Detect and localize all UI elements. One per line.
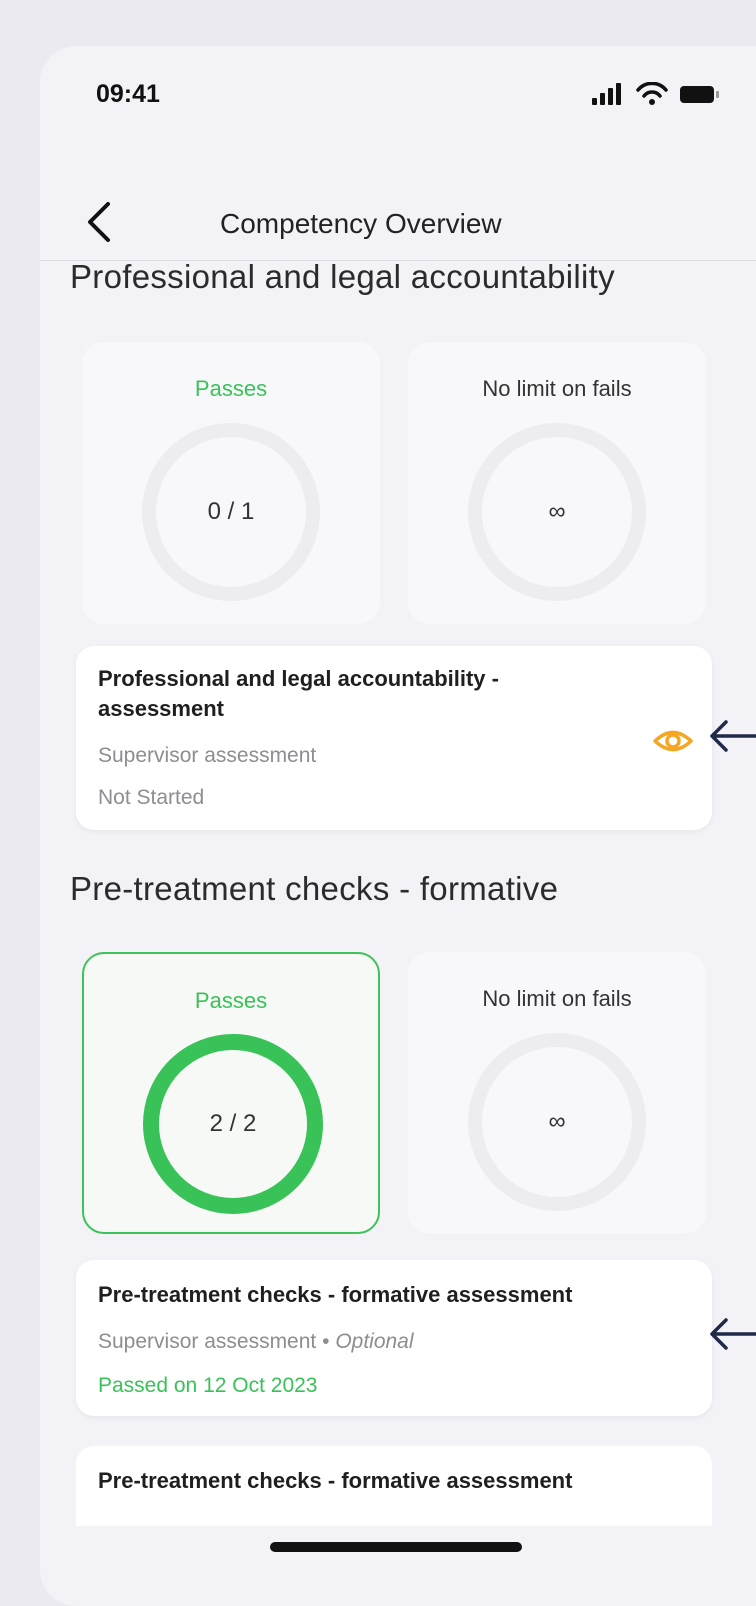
section-title-pretreatment: Pre-treatment checks - formative (70, 870, 559, 907)
fails-card: No limit on fails ∞ (408, 952, 706, 1234)
assessment-status: Passed on 12 Oct 2023 (98, 1374, 318, 1397)
battery-icon (680, 86, 719, 103)
eye-icon[interactable] (652, 720, 694, 762)
fails-label: No limit on fails (482, 986, 632, 1011)
wifi-icon (636, 82, 668, 105)
annotation-arrow-icon (710, 720, 756, 752)
assessment-card[interactable]: Pre-treatment checks - formative assessm… (76, 1260, 712, 1416)
fails-infinity: ∞ (548, 1108, 566, 1135)
passes-label: Passes (194, 988, 268, 1013)
assessment-type-label: Supervisor assessment (98, 1330, 317, 1353)
fails-infinity: ∞ (548, 498, 566, 525)
fails-card: No limit on fails ∞ (408, 342, 706, 624)
assessment-card[interactable]: Pre-treatment checks - formative assessm… (76, 1446, 712, 1526)
section-title-professional: Professional and legal accountability (70, 258, 615, 295)
passes-count: 2 / 2 (209, 1110, 257, 1137)
system-status-icons (592, 82, 719, 105)
assessment-card[interactable]: Professional and legal accountability - … (76, 646, 712, 830)
fails-label: No limit on fails (482, 376, 632, 401)
phone-screen: 09:41 Competency Overview Professional a… (40, 46, 756, 1606)
passes-card: Passes 2 / 2 (82, 952, 380, 1234)
assessment-title: Pre-treatment checks - formative assessm… (98, 1282, 573, 1307)
assessment-status: Not Started (98, 786, 205, 809)
passes-count: 0 / 1 (207, 498, 255, 525)
assessment-type: Supervisor assessment • Optional (98, 1330, 414, 1354)
back-chevron-icon[interactable] (82, 200, 118, 244)
status-bar: 09:41 (40, 46, 756, 146)
home-indicator (270, 1542, 522, 1552)
annotation-arrow-icon (710, 1318, 756, 1350)
optional-tag: Optional (335, 1330, 414, 1353)
navigation-bar: Competency Overview (40, 146, 756, 261)
separator-dot: • (322, 1330, 330, 1353)
passes-label: Passes (194, 376, 268, 401)
signal-icon (592, 83, 621, 105)
assessment-type: Supervisor assessment (98, 744, 317, 767)
page-title: Competency Overview (220, 208, 502, 239)
assessment-title: Pre-treatment checks - formative assessm… (98, 1468, 573, 1493)
passes-card: Passes 0 / 1 (82, 342, 380, 624)
status-time: 09:41 (96, 80, 160, 108)
assessment-title: Professional and legal accountability - … (98, 666, 499, 721)
